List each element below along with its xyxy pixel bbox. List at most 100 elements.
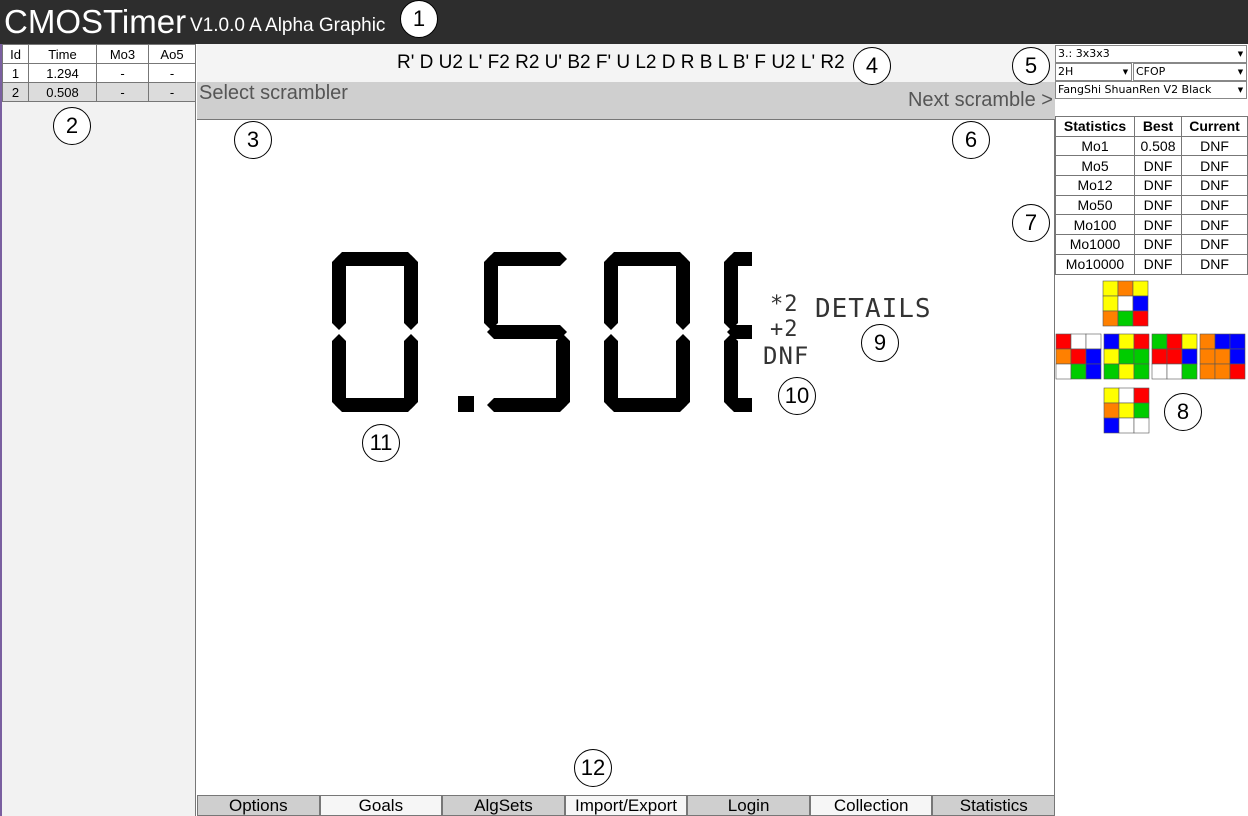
- cube-sticker: [1085, 363, 1102, 380]
- stat-best: DNF: [1134, 214, 1182, 236]
- stats-header-current: Current: [1181, 116, 1248, 137]
- penalty-x2[interactable]: *2: [770, 292, 799, 317]
- cube-model-select[interactable]: FangShi ShuanRen V2 Black ▼: [1055, 81, 1247, 99]
- stats-header-best: Best: [1134, 116, 1182, 137]
- stat-current: DNF: [1181, 194, 1248, 216]
- cube-sticker: [1132, 280, 1149, 297]
- table-row[interactable]: 1 1.294 - -: [2, 63, 196, 83]
- timer-segment: [484, 255, 498, 330]
- app-version: V1.0.0 A Alpha Graphic: [190, 15, 386, 36]
- time-id: 1: [2, 63, 29, 83]
- cube-sticker: [1085, 348, 1102, 365]
- stat-best: DNF: [1134, 155, 1182, 177]
- times-header-time: Time: [28, 44, 97, 64]
- cube-sticker: [1199, 333, 1216, 350]
- tab-statistics[interactable]: Statistics: [932, 795, 1056, 816]
- cube-sticker: [1070, 363, 1087, 380]
- stats-header-row: Statistics Best Current: [1055, 116, 1248, 137]
- tab-import-export[interactable]: Import/Export: [564, 795, 688, 816]
- tab-goals[interactable]: Goals: [319, 795, 443, 816]
- select-scrambler-button[interactable]: Select scrambler: [199, 82, 348, 105]
- times-header-id: Id: [2, 44, 29, 64]
- table-row[interactable]: Mo1000 DNF DNF: [1055, 234, 1248, 255]
- right-panel: 3.: 3x3x3 ▼ 2H ▼ CFOP ▼ FangShi ShuanRen…: [1055, 44, 1248, 816]
- time-mo3: -: [96, 63, 149, 83]
- cube-net: [1055, 280, 1246, 434]
- scrambler-bar: Select scrambler Next scramble >: [197, 82, 1055, 120]
- cube-sticker: [1229, 348, 1246, 365]
- tab-collection[interactable]: Collection: [809, 795, 933, 816]
- stat-name: Mo1000: [1055, 234, 1135, 255]
- puzzle-select[interactable]: 3.: 3x3x3 ▼: [1055, 45, 1247, 63]
- timer-area[interactable]: *2 +2 DNF DETAILS: [197, 120, 1055, 795]
- cube-sticker: [1117, 280, 1134, 297]
- cube-sticker: [1103, 348, 1120, 365]
- timer-segment: [607, 398, 687, 412]
- timer-segment: [604, 255, 618, 330]
- tab-login[interactable]: Login: [687, 795, 810, 816]
- hands-select-value: 2H: [1058, 65, 1074, 78]
- callout-11: 11: [362, 424, 400, 462]
- chevron-down-icon: ▼: [1122, 68, 1129, 76]
- app-title: CMOSTimer: [4, 3, 187, 40]
- table-row[interactable]: Mo10000 DNF DNF: [1055, 253, 1248, 275]
- cube-sticker: [1166, 333, 1183, 350]
- timer-segment: [335, 252, 415, 266]
- timer-segment: [676, 255, 690, 330]
- stat-current: DNF: [1181, 234, 1248, 255]
- table-row[interactable]: Mo5 DNF DNF: [1055, 155, 1248, 177]
- callout-8: 8: [1164, 393, 1202, 431]
- stat-current: DNF: [1181, 155, 1248, 177]
- next-scramble-button[interactable]: Next scramble >: [908, 89, 1053, 112]
- tab-options[interactable]: Options: [197, 795, 320, 816]
- stat-name: Mo12: [1055, 175, 1135, 196]
- table-row[interactable]: Mo1 0.508 DNF: [1055, 135, 1248, 157]
- cube-sticker: [1166, 348, 1183, 365]
- details-button[interactable]: DETAILS: [815, 294, 932, 324]
- penalty-dnf[interactable]: DNF: [763, 342, 809, 370]
- timer-decimal-point: [458, 396, 474, 412]
- cube-sticker: [1102, 310, 1119, 327]
- cube-sticker: [1132, 310, 1149, 327]
- stat-current: DNF: [1181, 214, 1248, 236]
- time-ao5: -: [148, 63, 196, 83]
- cube-sticker: [1214, 348, 1231, 365]
- timer-segment: [724, 255, 738, 330]
- chevron-down-icon: ▼: [1237, 86, 1244, 94]
- cube-sticker: [1055, 333, 1072, 350]
- stat-name: Mo10000: [1055, 253, 1135, 275]
- cube-sticker: [1118, 348, 1135, 365]
- tab-algsets[interactable]: AlgSets: [442, 795, 565, 816]
- cube-sticker: [1103, 387, 1120, 404]
- cube-sticker: [1070, 348, 1087, 365]
- callout-12: 12: [574, 749, 612, 787]
- method-select[interactable]: CFOP ▼: [1133, 63, 1247, 81]
- penalty-plus2[interactable]: +2: [770, 317, 799, 342]
- callout-5: 5: [1012, 47, 1050, 85]
- timer-segment: [487, 325, 567, 339]
- table-row[interactable]: Mo50 DNF DNF: [1055, 194, 1248, 216]
- table-row[interactable]: Mo12 DNF DNF: [1055, 175, 1248, 196]
- hands-select[interactable]: 2H ▼: [1055, 63, 1132, 81]
- scramble-bar: R' D U2 L' F2 R2 U' B2 F' U L2 D R B L B…: [197, 44, 1055, 82]
- cube-sticker: [1103, 402, 1120, 419]
- callout-7: 7: [1012, 204, 1050, 242]
- cube-sticker: [1132, 295, 1149, 312]
- cube-sticker: [1102, 280, 1119, 297]
- timer-segment: [487, 252, 567, 266]
- table-row[interactable]: Mo100 DNF DNF: [1055, 214, 1248, 236]
- table-row[interactable]: 2 0.508 - -: [2, 82, 196, 102]
- timer-segment: [607, 252, 687, 266]
- cube-sticker: [1229, 333, 1246, 350]
- cube-sticker: [1117, 295, 1134, 312]
- callout-9: 9: [861, 324, 899, 362]
- cube-sticker: [1181, 348, 1198, 365]
- stat-name: Mo1: [1055, 135, 1135, 157]
- timer-segment: [556, 334, 570, 409]
- time-mo3: -: [96, 82, 149, 102]
- times-header-mo3: Mo3: [96, 44, 149, 64]
- cube-sticker: [1133, 333, 1150, 350]
- chevron-down-icon: ▼: [1237, 50, 1244, 58]
- times-panel: Id Time Mo3 Ao5 1 1.294 - - 2 0.508 - -: [0, 44, 196, 816]
- cube-sticker: [1085, 333, 1102, 350]
